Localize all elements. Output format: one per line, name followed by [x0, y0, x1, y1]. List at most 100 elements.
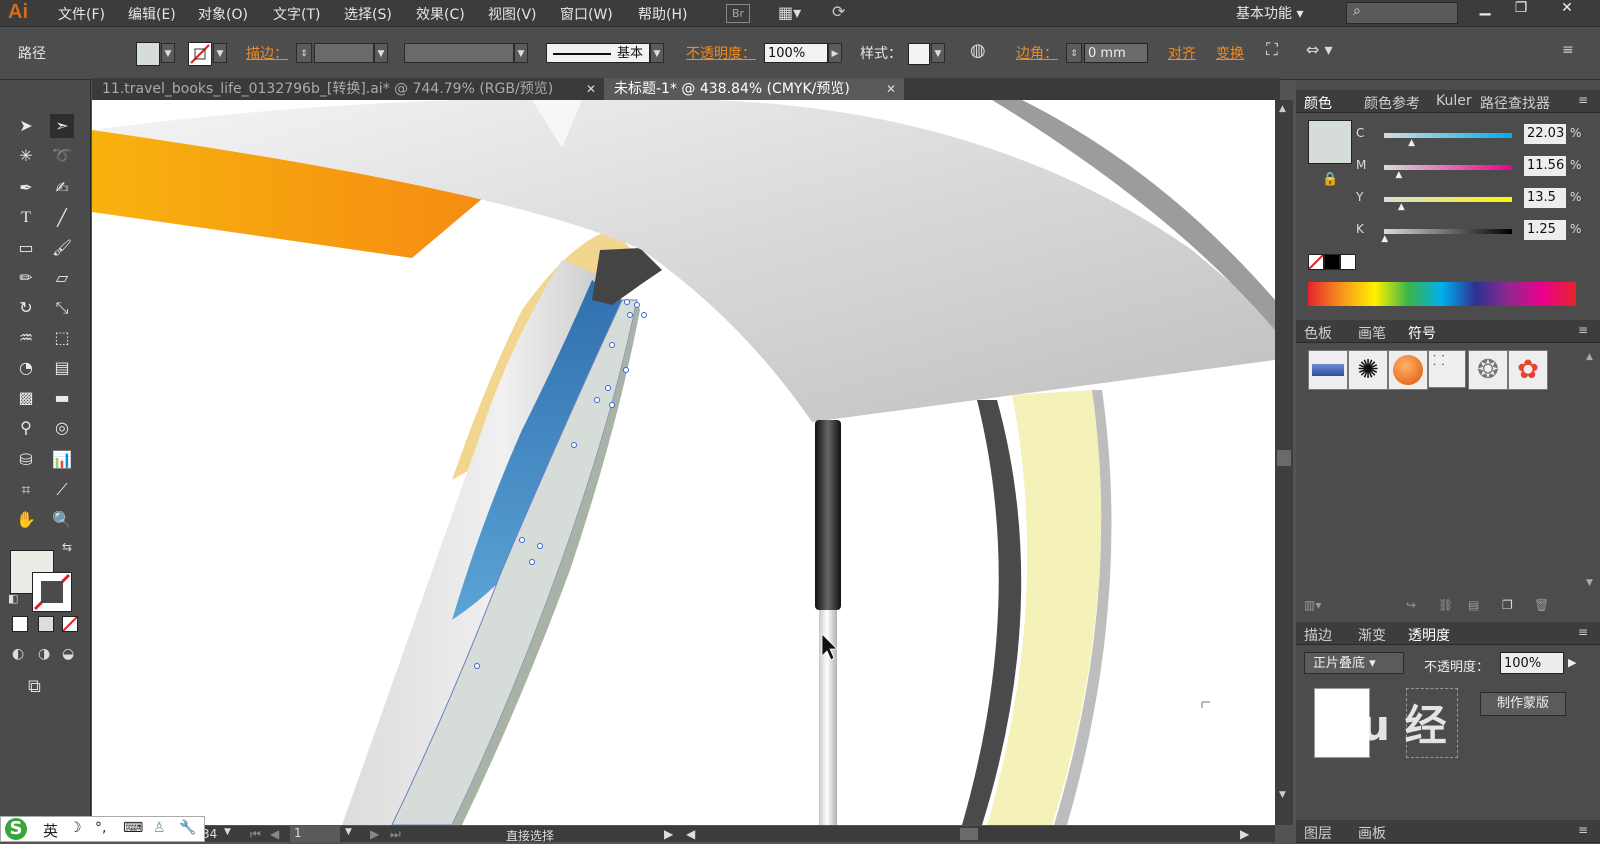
search-input[interactable]: ⌕: [1346, 2, 1458, 24]
paintbrush-tool-icon[interactable]: 🖌: [50, 236, 74, 260]
color-spectrum-bar[interactable]: [1308, 282, 1576, 306]
artboard-tool-icon[interactable]: ⌗: [14, 478, 38, 502]
color-mode-icon[interactable]: [12, 616, 28, 632]
align-link[interactable]: 对齐: [1168, 43, 1196, 63]
slice-tool-icon[interactable]: ⟋: [50, 478, 74, 502]
prev-artboard-icon[interactable]: ◀: [270, 827, 279, 841]
tab-untitled-1[interactable]: 未标题-1* @ 438.84% (CMYK/预览) ✕: [604, 78, 904, 100]
type-tool-icon[interactable]: T: [14, 206, 38, 230]
cyan-slider-row[interactable]: C ▲ 22.03 %: [1356, 124, 1581, 148]
menu-edit[interactable]: 编辑(E): [128, 4, 176, 24]
screen-mode-icon[interactable]: ⧉: [28, 676, 41, 697]
corner-label[interactable]: 边角：: [1016, 43, 1058, 63]
symbols-scroll-up-icon[interactable]: ▲: [1586, 352, 1593, 362]
stroke-label[interactable]: 描边：: [246, 43, 288, 63]
stroke-color-box[interactable]: [32, 572, 72, 612]
none-color-chip[interactable]: [1308, 254, 1324, 270]
tools-wrench-icon[interactable]: 🔧: [179, 820, 196, 836]
symbol-blue-banner[interactable]: [1308, 350, 1348, 390]
last-artboard-icon[interactable]: ⏭: [390, 827, 401, 842]
black-thumb[interactable]: ▲: [1381, 234, 1388, 244]
corner-radius-field[interactable]: 0 mm: [1084, 43, 1148, 63]
tab-kuler[interactable]: Kuler: [1436, 93, 1472, 109]
direct-selection-tool-icon[interactable]: ➣: [50, 114, 74, 138]
panel-menu-icon[interactable]: ≡: [1562, 42, 1574, 58]
perspective-grid-tool-icon[interactable]: ▤: [50, 356, 74, 380]
symbols-scroll-down-icon[interactable]: ▼: [1586, 578, 1593, 588]
brush-definition-field[interactable]: 基本: [546, 43, 650, 63]
draw-behind-icon[interactable]: ◑: [38, 646, 50, 662]
workspace-switcher[interactable]: 基本功能 ▾: [1236, 3, 1303, 23]
symbol-red-flower[interactable]: ✿: [1508, 350, 1548, 390]
panel-menu-icon[interactable]: ≡: [1578, 625, 1588, 639]
hscroll-left-icon[interactable]: ◀: [686, 827, 695, 841]
magenta-slider-row[interactable]: M ▲ 11.56 %: [1356, 156, 1581, 180]
layer-thumbnail[interactable]: [1314, 688, 1370, 758]
minimize-button[interactable]: ▁: [1470, 0, 1500, 22]
stroke-swatch[interactable]: [188, 42, 212, 66]
lasso-tool-icon[interactable]: ➰: [50, 144, 74, 168]
menu-type[interactable]: 文字(T): [273, 4, 320, 24]
fill-swatch[interactable]: [136, 42, 160, 66]
black-track[interactable]: [1384, 229, 1512, 234]
rotate-tool-icon[interactable]: ↻: [14, 296, 38, 320]
tab-layers[interactable]: 图层: [1304, 823, 1332, 843]
current-color-swatch[interactable]: [1308, 120, 1352, 164]
make-mask-button[interactable]: 制作蒙版: [1480, 692, 1566, 716]
draw-normal-icon[interactable]: ◐: [12, 646, 24, 662]
none-mode-icon[interactable]: [62, 616, 78, 632]
magenta-track[interactable]: [1384, 165, 1512, 170]
white-color-chip[interactable]: [1340, 254, 1356, 270]
rectangle-tool-icon[interactable]: ▭: [14, 236, 38, 260]
symbol-sprayer-tool-icon[interactable]: ⛁: [14, 448, 38, 472]
stroke-weight-stepper[interactable]: ⇕: [296, 43, 312, 63]
place-symbol-icon[interactable]: ↪: [1406, 598, 1416, 612]
opacity-label[interactable]: 不透明度：: [686, 43, 756, 63]
yellow-slider-row[interactable]: Y ▲ 13.5 %: [1356, 188, 1581, 212]
black-slider-row[interactable]: K ▲ 1.25 %: [1356, 220, 1581, 244]
stroke-weight-dropdown[interactable]: ▼: [374, 43, 388, 63]
break-link-icon[interactable]: ⛓: [1438, 598, 1453, 612]
menu-help[interactable]: 帮助(H): [638, 4, 687, 24]
tab-artboards[interactable]: 画板: [1358, 823, 1386, 843]
tab-travel-books[interactable]: 11.travel_books_life_0132796b_[转换].ai* @…: [92, 78, 604, 100]
gpu-performance-icon[interactable]: ⟳: [832, 2, 845, 21]
graphic-style-dropdown[interactable]: ▼: [931, 43, 945, 63]
magenta-thumb[interactable]: ▲: [1395, 170, 1402, 180]
free-transform-tool-icon[interactable]: ⬚: [50, 326, 74, 350]
panel-menu-icon[interactable]: ≡: [1578, 93, 1588, 107]
gradient-mode-icon[interactable]: [38, 616, 54, 632]
symbol-libraries-icon[interactable]: ▥▾: [1304, 598, 1321, 612]
tab-pathfinder[interactable]: 路径查找器: [1480, 93, 1550, 113]
restore-button[interactable]: ❐: [1506, 0, 1536, 22]
half-width-moon-icon[interactable]: ☽: [69, 820, 82, 836]
mesh-tool-icon[interactable]: ▩: [14, 386, 38, 410]
curvature-tool-icon[interactable]: ✍: [50, 176, 74, 200]
menu-view[interactable]: 视图(V): [488, 4, 537, 24]
blend-mode-select[interactable]: 正片叠底 ▾: [1304, 652, 1404, 674]
tab-symbols[interactable]: 符号: [1408, 323, 1436, 343]
yellow-thumb[interactable]: ▲: [1398, 202, 1405, 212]
column-graph-tool-icon[interactable]: 📊: [50, 448, 74, 472]
panel-menu-icon[interactable]: ≡: [1578, 323, 1588, 337]
variable-width-profile[interactable]: [404, 43, 514, 63]
hand-tool-icon[interactable]: ✋: [14, 508, 38, 532]
draw-inside-icon[interactable]: ◒: [62, 646, 74, 662]
symbol-wreath[interactable]: ❂: [1468, 350, 1508, 390]
punctuation-icon[interactable]: °,: [95, 820, 106, 836]
zoom-dropdown-icon[interactable]: ▼: [224, 827, 231, 837]
opacity-slider-arrow[interactable]: ▶: [1568, 656, 1576, 669]
yellow-value-field[interactable]: 13.5: [1524, 188, 1566, 208]
cyan-thumb[interactable]: ▲: [1408, 138, 1415, 148]
isolate-object-icon[interactable]: ⛶: [1266, 40, 1278, 60]
delete-symbol-icon[interactable]: 🗑: [1534, 598, 1549, 612]
magenta-value-field[interactable]: 11.56: [1524, 156, 1566, 176]
shape-builder-tool-icon[interactable]: ◔: [14, 356, 38, 380]
transparency-opacity-field[interactable]: 100%: [1500, 652, 1564, 674]
menu-effect[interactable]: 效果(C): [416, 4, 465, 24]
hscroll-right-icon[interactable]: ▶: [1240, 827, 1249, 841]
close-window-button[interactable]: ✕: [1552, 0, 1582, 22]
keyboard-icon[interactable]: ⌨: [123, 820, 143, 836]
eyedropper-tool-icon[interactable]: ⚲: [14, 416, 38, 440]
black-value-field[interactable]: 1.25: [1524, 220, 1566, 240]
